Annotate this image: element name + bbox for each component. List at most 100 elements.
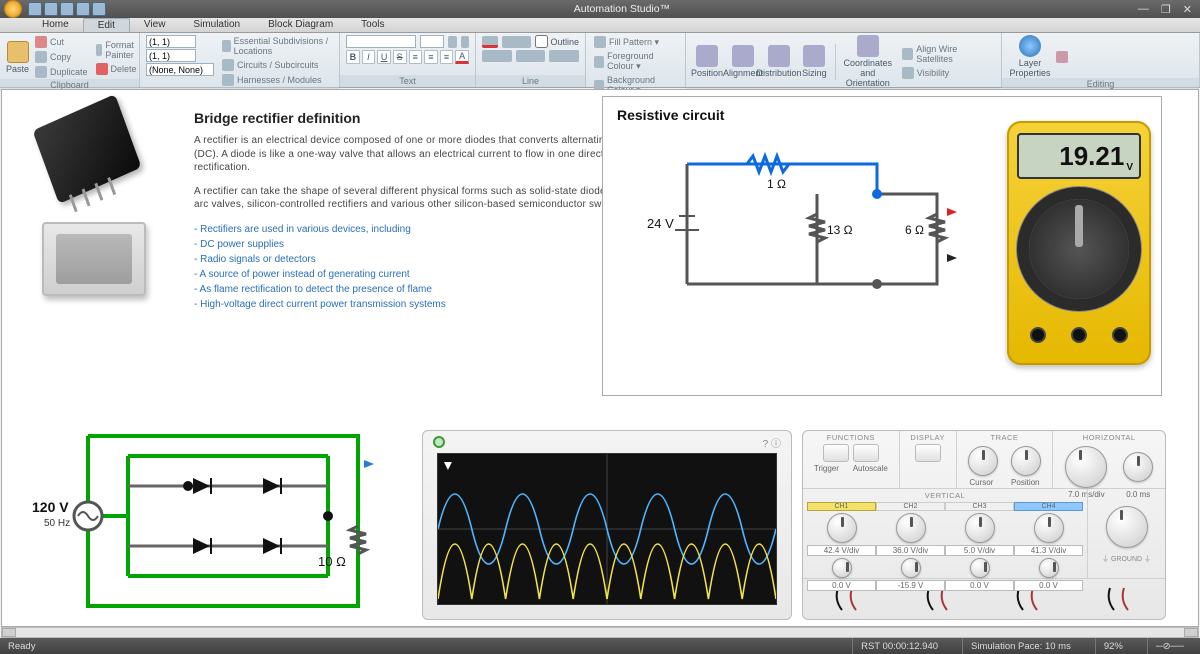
coord-1-input[interactable] (146, 35, 196, 48)
italic-button[interactable]: I (362, 50, 376, 64)
qat-btn[interactable] (76, 2, 90, 16)
ch1-offset[interactable]: 0.0 V (807, 580, 876, 591)
align-right-button[interactable]: ≡ (440, 50, 454, 64)
display-button[interactable] (915, 444, 941, 462)
canvas[interactable]: Bridge rectifier definition A rectifier … (1, 89, 1199, 627)
close-button[interactable]: ✕ (1183, 3, 1192, 16)
line-weight-icon[interactable] (482, 50, 512, 62)
font-shrink-icon[interactable] (461, 36, 470, 48)
align-left-button[interactable]: ≡ (409, 50, 423, 64)
scope-power-button[interactable] (433, 436, 445, 448)
qat-btn[interactable] (44, 2, 58, 16)
position-button[interactable]: Position (692, 45, 722, 78)
font-color-button[interactable]: A (455, 50, 469, 64)
ch4-vdiv[interactable]: 41.3 V/div (1014, 545, 1083, 556)
essential-subdiv-button[interactable]: Essential Subdivisions / Locations (220, 35, 333, 57)
coord-orient-button[interactable]: Coordinates and Orientation (842, 35, 894, 88)
search-icon[interactable] (1056, 51, 1068, 63)
circuits-button[interactable]: Circuits / Subcircuits (220, 58, 333, 72)
copy-button[interactable]: Copy (33, 50, 90, 64)
fill-pattern-button[interactable]: Fill Pattern ▾ (592, 35, 679, 49)
port-com[interactable] (1030, 327, 1046, 343)
aux-knob[interactable] (1106, 506, 1148, 548)
ch4-tab[interactable]: CH4 (1014, 502, 1083, 511)
tab-edit[interactable]: Edit (83, 18, 130, 32)
scope-help-icon[interactable]: ? (763, 439, 769, 450)
alignment-button[interactable]: Alignment (728, 45, 758, 78)
timebase-knob[interactable] (1065, 446, 1107, 488)
cursor-knob[interactable] (968, 446, 998, 476)
minimize-button[interactable]: — (1138, 3, 1149, 16)
ch2-tab[interactable]: CH2 (876, 502, 945, 511)
qat-btn[interactable] (28, 2, 42, 16)
ch2-vdiv-knob[interactable] (896, 513, 926, 543)
autoscale-button[interactable] (853, 444, 879, 462)
ch1-tab[interactable]: CH1 (807, 502, 876, 511)
duplicate-button[interactable]: Duplicate (33, 65, 90, 79)
cut-button[interactable]: Cut (33, 35, 90, 49)
ch2-offset-knob[interactable] (901, 558, 921, 578)
ch3-offset[interactable]: 0.0 V (945, 580, 1014, 591)
horizontal-scrollbar[interactable] (1, 627, 1199, 638)
ch4-offset[interactable]: 0.0 V (1014, 580, 1083, 591)
multimeter-dial[interactable] (1029, 199, 1129, 299)
zoom-slider[interactable]: ─⊘── (1147, 638, 1192, 654)
ch2-offset[interactable]: -15.9 V (876, 580, 945, 591)
font-family-input[interactable] (346, 35, 416, 48)
outline-checkbox[interactable]: Outline (535, 35, 579, 48)
line-dash-icon[interactable] (516, 50, 546, 62)
tab-home[interactable]: Home (28, 18, 83, 32)
tab-block-diagram[interactable]: Block Diagram (254, 18, 347, 32)
harnesses-button[interactable]: Harnesses / Modules (220, 73, 333, 87)
line-style-icon[interactable] (502, 36, 531, 48)
multimeter[interactable]: 19.21V (1007, 121, 1151, 365)
ch2-vdiv[interactable]: 36.0 V/div (876, 545, 945, 556)
font-grow-icon[interactable] (448, 36, 457, 48)
status-zoom[interactable]: 92% (1095, 638, 1131, 654)
ch3-vdiv-knob[interactable] (965, 513, 995, 543)
ch3-offset-knob[interactable] (970, 558, 990, 578)
trace-position-knob[interactable] (1011, 446, 1041, 476)
app-icon[interactable] (4, 0, 22, 18)
port-a[interactable] (1112, 327, 1128, 343)
format-painter-button[interactable]: Format Painter (94, 39, 142, 61)
line-color-icon[interactable] (482, 36, 498, 48)
sizing-button[interactable]: Sizing (800, 45, 829, 78)
qat-btn[interactable] (60, 2, 74, 16)
ch1-offset-knob[interactable] (832, 558, 852, 578)
port-v[interactable] (1071, 327, 1087, 343)
tab-view[interactable]: View (130, 18, 180, 32)
ch1-vdiv-knob[interactable] (827, 513, 857, 543)
scope-info-icon[interactable]: ⓘ (771, 439, 781, 450)
tab-simulation[interactable]: Simulation (179, 18, 254, 32)
trigger-button[interactable] (823, 444, 849, 462)
coord-2-input[interactable] (146, 49, 196, 62)
delete-button[interactable]: Delete (94, 62, 142, 76)
ch3-tab[interactable]: CH3 (945, 502, 1014, 511)
line-arrow-icon[interactable] (549, 50, 579, 62)
eye-icon (902, 67, 914, 79)
align-center-button[interactable]: ≡ (424, 50, 438, 64)
ch1-vdiv[interactable]: 42.4 V/div (807, 545, 876, 556)
paste-button[interactable]: Paste (6, 41, 29, 74)
underline-button[interactable]: U (377, 50, 391, 64)
scroll-right-button[interactable] (1184, 628, 1198, 637)
ch3-vdiv[interactable]: 5.0 V/div (945, 545, 1014, 556)
align-wire-button[interactable]: Align Wire Satellites (900, 43, 995, 65)
qat-btn[interactable] (92, 2, 106, 16)
bold-button[interactable]: B (346, 50, 360, 64)
ch4-offset-knob[interactable] (1039, 558, 1059, 578)
strike-button[interactable]: S (393, 50, 407, 64)
distribution-button[interactable]: Distribution (764, 45, 794, 78)
ch4-vdiv-knob[interactable] (1034, 513, 1064, 543)
layer-properties-button[interactable]: Layer Properties (1008, 35, 1052, 78)
scope-screen[interactable] (437, 453, 777, 605)
tab-tools[interactable]: Tools (347, 18, 398, 32)
horiz-offset-knob[interactable] (1123, 452, 1153, 482)
fg-color-button[interactable]: Foreground Colour ▾ (592, 50, 679, 73)
coord-3-input[interactable] (146, 63, 214, 76)
maximize-button[interactable]: ❐ (1161, 3, 1171, 16)
visibility-button[interactable]: Visibility (900, 66, 995, 80)
scroll-left-button[interactable] (2, 628, 16, 637)
font-size-input[interactable] (420, 35, 444, 48)
